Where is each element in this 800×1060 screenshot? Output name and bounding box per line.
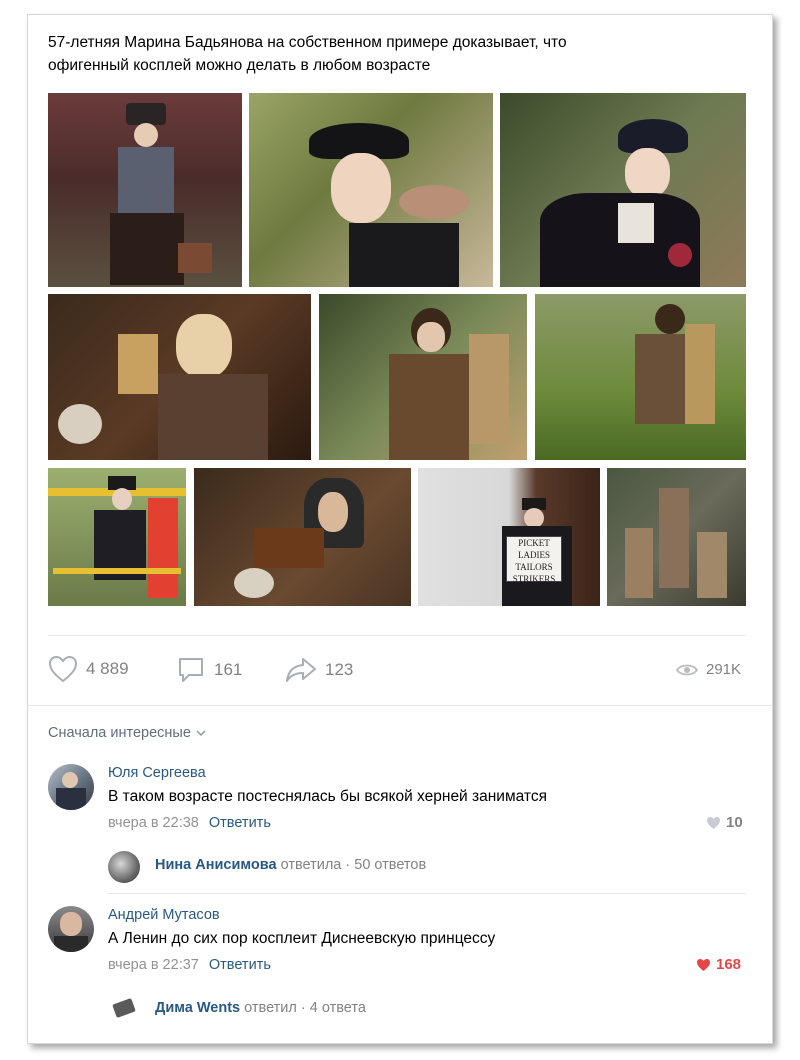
- photo-5[interactable]: [319, 294, 527, 460]
- comment-time[interactable]: вчера в 22:38: [108, 815, 199, 831]
- reply-button[interactable]: Ответить: [209, 957, 271, 973]
- thread-count: 50 ответов: [354, 857, 427, 873]
- comment-text: А Ленин до сих пор косплеит Диснеевскую …: [108, 930, 496, 947]
- thread-action: ответил: [244, 1000, 297, 1016]
- photo-4[interactable]: [48, 294, 311, 460]
- stats-divider-top: [48, 635, 746, 636]
- photo-3[interactable]: [500, 93, 746, 287]
- comment-author[interactable]: Юля Сергеева: [108, 765, 206, 781]
- comment-icon: [179, 658, 203, 682]
- comment-time[interactable]: вчера в 22:37: [108, 957, 199, 973]
- sort-label: Сначала интересные: [48, 725, 191, 741]
- photo-6[interactable]: [535, 294, 746, 460]
- share-icon: [286, 658, 316, 682]
- photo-7[interactable]: [48, 468, 186, 606]
- reply-button[interactable]: Ответить: [209, 815, 271, 831]
- comment-like-count: 10: [726, 814, 743, 831]
- picket-sign: PICKET LADIES TAILORS STRIKERS: [506, 536, 562, 584]
- avatar[interactable]: [108, 993, 140, 1025]
- avatar[interactable]: [108, 851, 140, 883]
- photo-8[interactable]: [194, 468, 411, 606]
- comment-like-count: 168: [716, 956, 742, 973]
- photo-2[interactable]: [249, 93, 493, 287]
- share-count: 123: [325, 660, 354, 679]
- photo-1[interactable]: [48, 93, 242, 287]
- thread-author: Дима Wents: [155, 1000, 241, 1016]
- thread-author: Нина Анисимова: [155, 857, 277, 873]
- comments-sort-dropdown[interactable]: Сначала интересные: [48, 725, 206, 741]
- heart-filled-icon: [697, 958, 710, 971]
- photo-9[interactable]: PICKET LADIES TAILORS STRIKERS: [418, 468, 600, 606]
- views-counter: 291K: [676, 661, 741, 678]
- views-count: 291K: [706, 661, 742, 678]
- post-text-line-2: офигенный косплей можно делать в любом в…: [48, 57, 431, 74]
- comment-meta: вчера в 22:37 Ответить: [108, 957, 271, 973]
- stats-divider-bottom: [28, 705, 772, 706]
- avatar[interactable]: [48, 906, 94, 952]
- share-button[interactable]: 123: [285, 656, 353, 684]
- heart-icon: [707, 816, 720, 829]
- thread-count: 4 ответа: [309, 1000, 366, 1016]
- eye-icon: [676, 664, 698, 675]
- photo-10[interactable]: [607, 468, 746, 606]
- like-button[interactable]: 4 889: [48, 655, 129, 683]
- comment-divider: [108, 893, 746, 894]
- comment-author[interactable]: Андрей Мутасов: [108, 907, 220, 923]
- comment-button[interactable]: 161: [176, 655, 242, 685]
- post-card: 57-летняя Марина Бадьянова на собственно…: [27, 14, 773, 1044]
- post-text-line-1: 57-летняя Марина Бадьянова на собственно…: [48, 34, 567, 51]
- heart-icon: [48, 655, 78, 683]
- comment-like-button[interactable]: 10: [706, 814, 743, 831]
- thread-action: ответила: [280, 857, 342, 873]
- comment-meta: вчера в 22:38 Ответить: [108, 815, 271, 831]
- comment-count: 161: [214, 660, 243, 679]
- like-count: 4 889: [86, 659, 129, 678]
- reply-thread-link[interactable]: Нина Анисимова ответила · 50 ответов: [155, 857, 426, 873]
- chevron-down-icon: [196, 730, 206, 736]
- comment-text: В таком возрасте постеснялась бы всякой …: [108, 788, 547, 805]
- avatar[interactable]: [48, 764, 94, 810]
- reply-thread-link[interactable]: Дима Wents ответил · 4 ответа: [155, 1000, 366, 1016]
- post-text: 57-летняя Марина Бадьянова на собственно…: [48, 31, 748, 77]
- comment-like-button-liked[interactable]: 168: [696, 956, 741, 973]
